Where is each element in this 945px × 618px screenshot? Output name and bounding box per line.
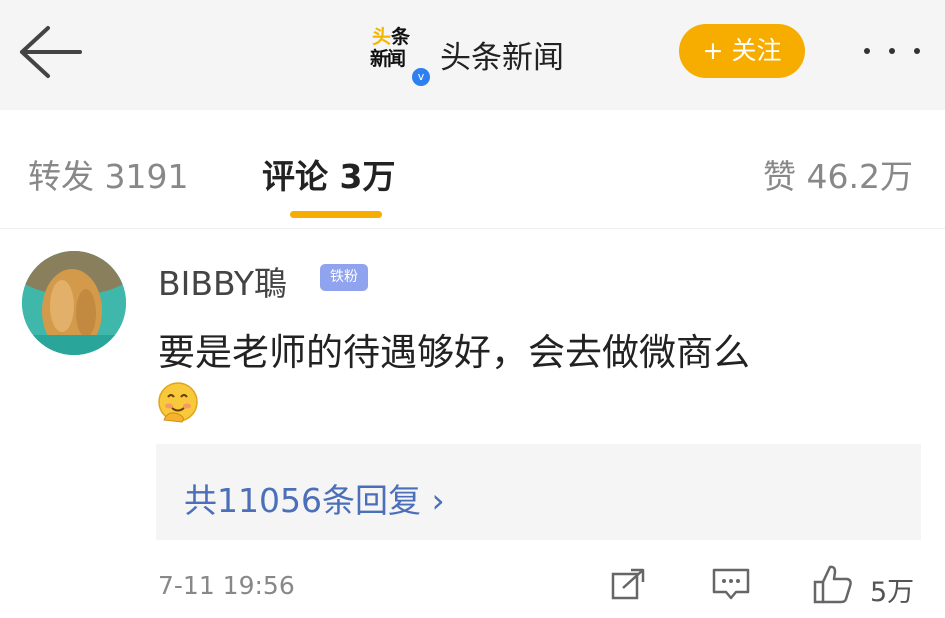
avatar[interactable] xyxy=(22,251,126,355)
logo-line2: 新闻 xyxy=(370,48,406,70)
smiling-face-with-hand-emoji-icon xyxy=(158,382,198,423)
tab-reposts[interactable]: 转发 3191 xyxy=(28,150,188,198)
interaction-tabs: 转发 3191 评论 3万 赞 46.2万 xyxy=(0,110,945,229)
top-navigation-bar: 头条 新闻 v 头条新闻 + 关注 xyxy=(0,0,945,111)
verified-badge-icon: v xyxy=(410,66,432,88)
comment-username[interactable]: BIBBY鵈 xyxy=(158,257,287,305)
back-button[interactable] xyxy=(14,22,84,82)
follow-button[interactable]: + 关注 xyxy=(679,24,805,78)
more-dots-icon xyxy=(864,48,870,54)
back-arrow-icon xyxy=(20,26,82,78)
active-tab-indicator xyxy=(290,211,382,218)
like-count: 5万 xyxy=(870,577,915,608)
fan-badge: 铁粉 xyxy=(320,264,368,291)
view-replies-panel[interactable]: 共11056条回复 › xyxy=(156,444,921,540)
comment-timestamp: 7-11 19:56 xyxy=(158,571,295,600)
logo-line1: 头条 xyxy=(372,26,411,48)
comment-text: 要是老师的待遇够好，会去做微商么 xyxy=(158,331,750,374)
like-thumbs-up-icon[interactable] xyxy=(811,562,855,606)
tab-likes[interactable]: 赞 46.2万 xyxy=(763,150,913,198)
tab-comments[interactable]: 评论 3万 xyxy=(262,150,395,198)
account-title[interactable]: 头条新闻 xyxy=(440,32,564,77)
share-icon[interactable] xyxy=(609,564,649,604)
more-options-button[interactable] xyxy=(858,30,928,70)
avatar-image xyxy=(22,251,126,355)
more-dots-icon xyxy=(914,48,920,54)
more-dots-icon xyxy=(889,48,895,54)
view-replies-link[interactable]: 共11056条回复 › xyxy=(184,474,445,522)
reply-comment-icon[interactable] xyxy=(710,564,752,604)
